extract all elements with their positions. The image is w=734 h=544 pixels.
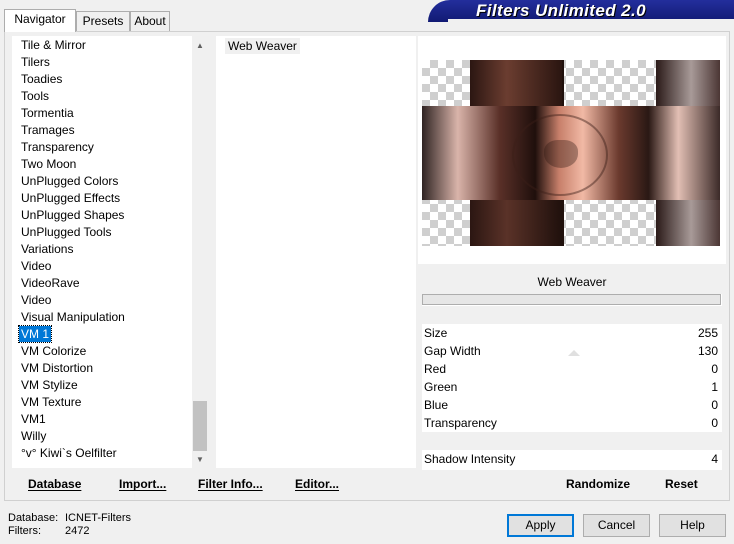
category-item[interactable]: Tools [19,88,51,104]
parameter-separator [422,306,722,324]
category-item[interactable]: UnPlugged Effects [19,190,122,206]
param-name: Green [424,380,458,394]
category-item[interactable]: Tramages [19,122,77,138]
reset-button[interactable]: Reset [665,473,698,495]
scroll-down-icon[interactable]: ▼ [192,452,208,468]
apply-button[interactable]: Apply [507,514,574,537]
preview-strip [470,200,562,246]
category-item[interactable]: UnPlugged Tools [19,224,114,240]
param-value: 4 [711,452,718,466]
param-value: 255 [697,326,718,340]
category-item[interactable]: Visual Manipulation [19,309,127,325]
param-row-gap-width[interactable]: Gap Width 130 [422,342,722,360]
scroll-up-icon[interactable]: ▲ [192,38,208,54]
parameter-toolbar: Randomize Reset [422,473,722,495]
category-item[interactable]: Transparency [19,139,96,155]
category-item[interactable]: Tormentia [19,105,76,121]
param-value: 0 [711,416,718,430]
preview-strip [470,60,562,106]
param-row-shadow-intensity[interactable]: Shadow Intensity 4 [422,450,722,468]
category-item[interactable]: UnPlugged Shapes [19,207,126,223]
filter-info-button[interactable]: Filter Info... [198,473,263,495]
help-button[interactable]: Help [659,514,726,537]
app-banner: Filters Unlimited 2.0 [428,0,734,22]
navigator-toolbar: Database Import... Filter Info... Editor… [12,473,418,495]
randomize-button[interactable]: Randomize [566,473,630,495]
param-value: 0 [711,398,718,412]
category-item[interactable]: °v° Kiwi`s Oelfilter [19,445,119,461]
param-row-green[interactable]: Green 1 [422,378,722,396]
preview-image [422,60,720,246]
category-item[interactable]: UnPlugged Colors [19,173,120,189]
filters-label: Filters: [8,525,41,537]
category-list[interactable]: Tile & Mirror Tilers Toadies Tools Tormentia… [12,36,208,468]
param-row-size[interactable]: Size 255 [422,324,722,342]
database-button[interactable]: Database [28,473,81,495]
watermark-emblem [512,114,608,196]
category-item[interactable]: VM Texture [19,394,83,410]
parameter-separator [422,432,722,450]
parameter-panel: Web Weaver Size 255 Gap Width 130 Red 0 … [422,270,722,470]
filters-count: 2472 [65,525,90,537]
category-item[interactable]: VM Distortion [19,360,95,376]
param-name: Transparency [424,416,497,430]
param-name: Size [424,326,448,340]
category-item[interactable]: Willy [19,428,48,444]
param-name: Blue [424,398,449,412]
category-item[interactable]: Video [19,258,53,274]
import-button[interactable]: Import... [119,473,166,495]
editor-button[interactable]: Editor... [295,473,339,495]
param-value: 0 [711,362,718,376]
parameter-header: Web Weaver [422,270,722,294]
param-row-red[interactable]: Red 0 [422,360,722,378]
category-item[interactable]: VM 1 [17,325,53,343]
parameter-progress-bar [422,294,721,305]
tab-about[interactable]: About [130,11,170,31]
category-item[interactable]: VM1 [19,411,48,427]
cancel-button[interactable]: Cancel [583,514,650,537]
app-title: Filters Unlimited 2.0 [476,1,646,20]
param-value: 130 [697,344,718,358]
tab-navigator[interactable]: Navigator [4,9,76,32]
category-item[interactable]: Tilers [19,54,52,70]
filter-item-web-weaver[interactable]: Web Weaver [225,38,300,54]
category-item[interactable]: Toadies [19,71,64,87]
param-name: Red [424,362,447,376]
category-item[interactable]: Tile & Mirror [19,37,88,53]
database-label: Database: [8,512,59,524]
database-value: ICNET-Filters [65,512,131,524]
category-item[interactable]: VideoRave [19,275,82,291]
param-row-blue[interactable]: Blue 0 [422,396,722,414]
param-value: 1 [711,380,718,394]
tab-presets[interactable]: Presets [76,11,130,31]
param-name: Gap Width [424,344,481,358]
param-row-transparency[interactable]: Transparency 0 [422,414,722,432]
category-item[interactable]: Two Moon [19,156,78,172]
preview-area [418,36,726,264]
category-item[interactable]: Variations [19,241,75,257]
filter-list[interactable]: Web Weaver [216,36,416,468]
scroll-thumb[interactable] [193,401,207,451]
param-name: Shadow Intensity [424,452,516,466]
category-scrollbar[interactable]: ▲ ▼ [192,36,208,468]
category-item[interactable]: VM Stylize [19,377,80,393]
category-item[interactable]: VM Colorize [19,343,88,359]
category-item[interactable]: Video [19,292,53,308]
